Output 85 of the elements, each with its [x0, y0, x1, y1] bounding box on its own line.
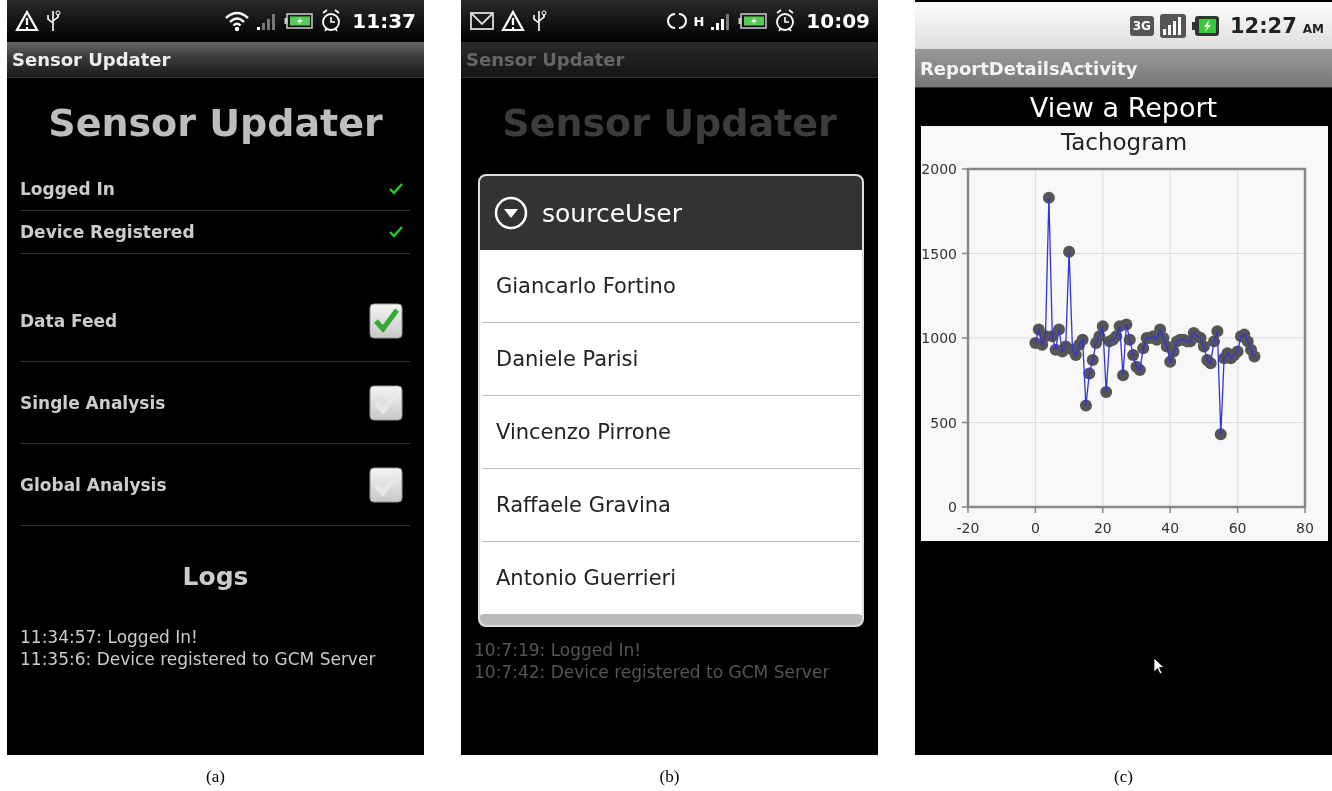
x-tick-label: 80: [1296, 520, 1314, 536]
logs-heading: Logs: [182, 561, 249, 591]
figure-caption: (a): [206, 767, 225, 787]
y-tick-label: 1500: [921, 245, 957, 262]
setting-label: Data Feed: [20, 310, 118, 331]
data-point: [1042, 191, 1055, 204]
setting-label: Single Analysis: [20, 392, 166, 413]
figure-caption: (b): [659, 767, 680, 787]
app-title: Sensor Updater: [466, 49, 625, 70]
data-point: [1086, 353, 1099, 366]
x-tick-label: 20: [1093, 520, 1112, 536]
log-line: 11:34:57: Logged In!: [20, 626, 199, 648]
y-tick-label: 500: [930, 414, 957, 431]
data-point: [1248, 350, 1261, 363]
mail-icon: [469, 10, 495, 32]
data-point: [1214, 428, 1227, 441]
log-line: 10:7:19: Logged In!: [474, 639, 643, 661]
checkbox[interactable]: [369, 302, 403, 339]
data-point: [1079, 399, 1092, 412]
warning-icon: [15, 10, 39, 32]
app-title: Sensor Updater: [12, 49, 171, 70]
y-tick-label: 1000: [921, 330, 957, 346]
status-time: 12:27: [1229, 13, 1297, 38]
battery-icon: [284, 12, 315, 30]
warning-icon: [501, 10, 525, 32]
x-tick-label: -20: [956, 520, 980, 536]
mouse-pointer-icon: [1153, 657, 1165, 675]
status-label: Logged In: [20, 179, 115, 199]
data-point: [1096, 320, 1109, 333]
alarm-clock-icon: [774, 9, 797, 33]
network-type: H: [693, 13, 705, 29]
data-point: [1197, 340, 1210, 353]
checkbox[interactable]: [369, 466, 403, 503]
sync-icon: [667, 11, 688, 31]
data-point: [1093, 330, 1106, 343]
figure-caption: (c): [1114, 767, 1133, 787]
data-point: [1231, 345, 1244, 358]
status-time: 11:37: [352, 9, 416, 33]
status-time: 10:09: [806, 9, 870, 33]
dialog-title: sourceUser: [542, 198, 682, 228]
battery-icon: [1191, 14, 1220, 37]
data-point: [1204, 357, 1217, 370]
x-tick-label: 40: [1161, 520, 1180, 536]
list-option[interactable]: Giancarlo Fortino: [482, 250, 860, 323]
battery-icon: [738, 12, 769, 30]
log-line: 10:7:42: Device registered to GCM Server: [474, 661, 831, 683]
data-point: [1137, 342, 1150, 355]
data-point: [1083, 367, 1096, 380]
data-point: [1211, 325, 1224, 338]
setting-label: Global Analysis: [20, 474, 167, 495]
data-point: [1208, 335, 1220, 348]
data-point: [1117, 369, 1129, 382]
data-point: [1123, 333, 1136, 346]
data-point: [1110, 330, 1123, 343]
chart-title: Tachogram: [1060, 129, 1188, 155]
alarm-clock-icon: [320, 9, 343, 33]
data-point: [1053, 323, 1065, 336]
data-point: [1069, 348, 1082, 361]
status-time-suffix: AM: [1302, 21, 1324, 36]
data-point: [1167, 345, 1180, 358]
data-point: [1063, 245, 1076, 258]
data-point: [1100, 386, 1113, 399]
usb-icon: [531, 9, 547, 33]
signal-icon: [1159, 13, 1186, 38]
x-tick-label: 60: [1228, 520, 1247, 536]
usb-icon: [45, 9, 61, 33]
screen-heading: View a Report: [1029, 91, 1218, 123]
list-option[interactable]: Raffaele Gravina: [482, 469, 860, 542]
screen-heading: Sensor Updater: [502, 101, 837, 145]
status-label: Device Registered: [20, 222, 195, 242]
wifi-icon: [224, 10, 251, 32]
data-point: [1127, 348, 1140, 361]
screen-heading: Sensor Updater: [48, 101, 383, 145]
network-type: 3G: [1129, 15, 1154, 36]
list-option[interactable]: Vincenzo Pirrone: [482, 396, 860, 469]
dropdown-icon: [494, 196, 528, 230]
x-tick-label: 0: [1030, 520, 1040, 536]
y-tick-label: 2000: [921, 161, 957, 177]
list-option[interactable]: Daniele Parisi: [482, 323, 860, 396]
app-title: ReportDetailsActivity: [920, 57, 1138, 79]
data-point: [1133, 364, 1146, 377]
log-line: 11:35:6: Device registered to GCM Server: [20, 648, 377, 670]
data-point: [1120, 318, 1133, 331]
checkbox[interactable]: [369, 384, 403, 421]
y-tick-label: 0: [948, 499, 957, 515]
